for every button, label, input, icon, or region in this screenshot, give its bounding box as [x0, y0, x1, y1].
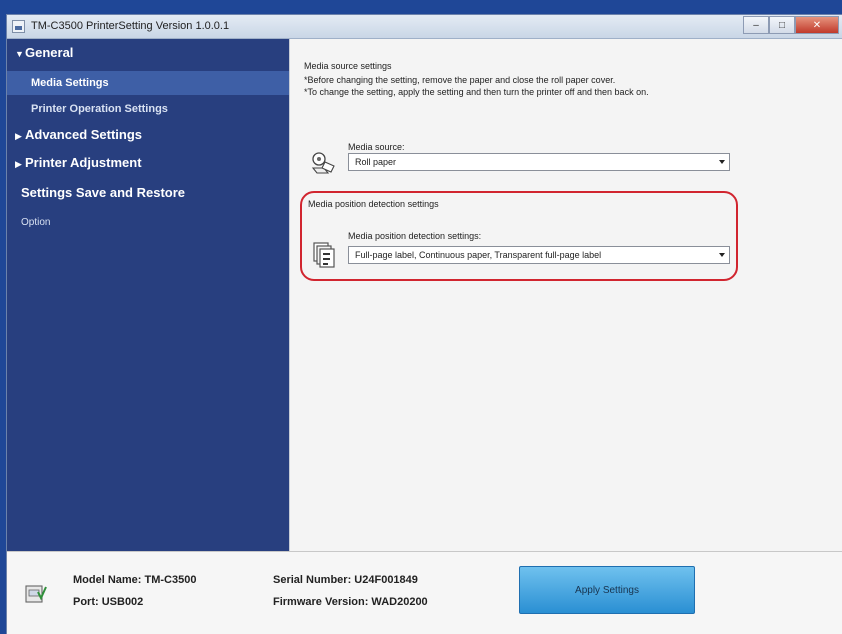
- detection-label: Media position detection settings:: [348, 231, 482, 241]
- sidebar: ▼General Media Settings Printer Operatio…: [7, 39, 289, 551]
- model-name: Model Name: TM-C3500: [73, 574, 197, 586]
- detection-selected-value: Full-page label, Continuous paper, Trans…: [355, 250, 602, 260]
- media-source-label: Media source:: [348, 142, 405, 152]
- note-before-changing: *Before changing the setting, remove the…: [304, 75, 616, 85]
- app-icon: [12, 20, 25, 33]
- media-source-selected-value: Roll paper: [355, 157, 397, 167]
- sidebar-item-printer-operation-settings[interactable]: Printer Operation Settings: [31, 103, 168, 115]
- status-footer: Model Name: TM-C3500 Port: USB002 Serial…: [7, 551, 842, 634]
- port: Port: USB002: [73, 596, 144, 608]
- printer-setting-window: TM-C3500 PrinterSetting Version 1.0.0.1 …: [6, 14, 842, 634]
- expanded-arrow-icon: ▼: [15, 49, 24, 59]
- minimize-button[interactable]: –: [743, 16, 769, 34]
- printer-icon: [25, 585, 47, 603]
- maximize-button[interactable]: □: [769, 16, 795, 34]
- sidebar-item-settings-save-restore[interactable]: Settings Save and Restore: [21, 185, 185, 200]
- firmware-version: Firmware Version: WAD20200: [273, 596, 428, 608]
- collapsed-arrow-icon: ▶: [15, 131, 22, 141]
- media-source-section-title: Media source settings: [304, 61, 392, 71]
- sidebar-item-printer-adjustment[interactable]: ▶ Printer Adjustment: [15, 155, 142, 170]
- collapsed-arrow-icon: ▶: [15, 159, 22, 169]
- sidebar-item-option[interactable]: Option: [21, 217, 50, 228]
- title-bar[interactable]: TM-C3500 PrinterSetting Version 1.0.0.1 …: [7, 15, 842, 39]
- sidebar-item-label: Printer Adjustment: [25, 155, 142, 170]
- window-controls: – □ ✕: [743, 16, 839, 34]
- main-panel: Media source settings *Before changing t…: [289, 39, 842, 551]
- detection-select[interactable]: Full-page label, Continuous paper, Trans…: [348, 246, 730, 264]
- window-title: TM-C3500 PrinterSetting Version 1.0.0.1: [31, 20, 230, 32]
- sidebar-item-label: General: [25, 45, 74, 60]
- chevron-down-icon: [719, 253, 725, 257]
- sidebar-item-advanced-settings[interactable]: ▶ Advanced Settings: [15, 127, 142, 142]
- sidebar-item-media-settings[interactable]: Media Settings: [7, 71, 289, 95]
- note-apply-restart: *To change the setting, apply the settin…: [304, 87, 649, 97]
- media-source-icon: [311, 152, 335, 174]
- paper-stack-icon: [313, 242, 335, 268]
- apply-settings-button[interactable]: Apply Settings: [519, 566, 695, 614]
- sidebar-item-label: Advanced Settings: [25, 127, 143, 142]
- sidebar-item-general[interactable]: ▼General: [15, 45, 73, 60]
- chevron-down-icon: [719, 160, 725, 164]
- detection-section-title: Media position detection settings: [308, 199, 439, 209]
- close-button[interactable]: ✕: [795, 16, 839, 34]
- serial-number: Serial Number: U24F001849: [273, 574, 418, 586]
- media-source-select[interactable]: Roll paper: [348, 153, 730, 171]
